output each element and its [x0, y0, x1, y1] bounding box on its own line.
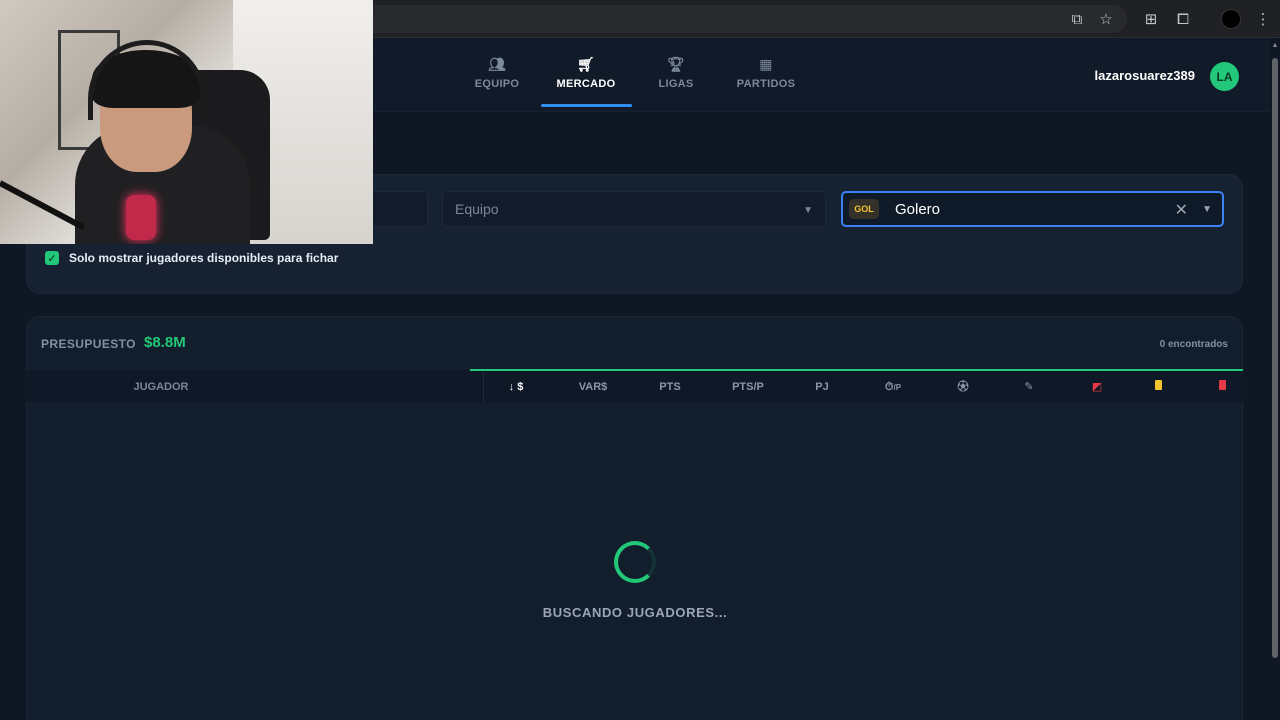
only-available-label[interactable]: Solo mostrar jugadores disponibles para … — [69, 251, 338, 265]
goals-ball-icon[interactable]: ⚽︎ — [950, 380, 976, 394]
profile-avatar[interactable] — [1221, 9, 1241, 29]
yellow-card-shape — [1154, 380, 1162, 390]
position-badge: GOL — [849, 199, 879, 219]
column-header-price[interactable]: ↓ $ — [496, 380, 536, 394]
active-tab-indicator — [541, 104, 632, 107]
webcam-mic-arm — [0, 180, 86, 231]
red-card-shape — [1218, 380, 1226, 390]
scrollbar-thumb[interactable] — [1272, 58, 1278, 658]
calendar-icon: ▦ — [759, 56, 773, 72]
team-select-placeholder: Equipo — [455, 201, 499, 217]
only-available-checkbox[interactable]: ✓ — [45, 251, 59, 265]
webcam-overlay — [0, 0, 373, 244]
position-select[interactable]: GOL Golero ✕ ▼ — [841, 191, 1224, 227]
chevron-down-icon: ▼ — [803, 205, 813, 216]
cast-icon[interactable]: ⧉ — [1067, 9, 1087, 29]
tab-ligas[interactable]: 🏆︎ LIGAS — [631, 38, 721, 108]
avatar[interactable]: LA — [1210, 62, 1239, 91]
team-select[interactable]: Equipo ▼ — [442, 191, 826, 227]
budget-value: $8.8M — [144, 334, 186, 351]
column-header-points[interactable]: PTS — [648, 380, 692, 394]
column-header-points-per-match[interactable]: PTS/P — [724, 380, 772, 394]
stopwatch-icon: ⏱ — [884, 381, 894, 393]
cart-icon: 🛒︎ — [576, 56, 596, 72]
loading-spinner-icon — [614, 541, 656, 583]
tab-mercado-label: MERCADO — [556, 78, 616, 90]
webcam-microphone — [126, 195, 156, 240]
table-header-accent-line — [470, 369, 1243, 371]
column-header-var-price[interactable]: VAR$ — [568, 380, 618, 394]
tab-ligas-label: LIGAS — [658, 78, 694, 90]
results-count: 0 encontrados — [1159, 339, 1228, 350]
position-select-value: Golero — [895, 200, 941, 218]
column-header-minutes-per-match-label: /P — [893, 383, 902, 392]
assists-magic-wand-icon[interactable]: ✎ — [1016, 380, 1042, 394]
tab-partidos[interactable]: ▦ PARTIDOS — [721, 38, 811, 108]
yellow-card-icon[interactable] — [1145, 380, 1171, 394]
menu-kebab-icon[interactable]: ⋮ — [1253, 9, 1273, 29]
address-bar[interactable] — [372, 5, 1127, 33]
clean-sheet-icon[interactable]: ◩ — [1084, 380, 1110, 394]
column-header-matches-played[interactable]: PJ — [806, 380, 838, 394]
column-header-player[interactable]: JUGADOR — [101, 380, 221, 394]
clear-icon[interactable]: ✕ — [1175, 200, 1188, 220]
budget-label: PRESUPUESTO — [41, 337, 136, 351]
column-divider — [483, 372, 484, 402]
tab-mercado[interactable]: 🛒︎ MERCADO — [541, 38, 631, 108]
sort-desc-icon: ↓ — [508, 381, 518, 393]
tab-partidos-label: PARTIDOS — [736, 78, 796, 90]
column-header-minutes-per-match[interactable]: ⏱/P — [874, 380, 912, 394]
column-header-price-label: $ — [517, 381, 524, 393]
trophy-icon: 🏆︎ — [666, 56, 686, 72]
tab-equipo-label: EQUIPO — [474, 78, 520, 90]
puzzle-icon[interactable]: ⧠ — [1173, 9, 1193, 29]
username[interactable]: lazarosuarez389 — [1060, 68, 1195, 83]
loading-text: BUSCANDO JUGADORES... — [542, 605, 728, 620]
bookmark-star-icon[interactable]: ☆ — [1096, 9, 1116, 29]
red-card-icon[interactable] — [1209, 380, 1235, 394]
scroll-up-arrow-icon[interactable]: ▲ — [1271, 42, 1279, 50]
chevron-down-icon[interactable]: ▼ — [1202, 204, 1212, 215]
extension-icon[interactable]: ⊞ — [1141, 9, 1161, 29]
team-icon: 👥︎ — [487, 56, 507, 72]
tab-equipo[interactable]: 👥︎ EQUIPO — [452, 38, 542, 108]
